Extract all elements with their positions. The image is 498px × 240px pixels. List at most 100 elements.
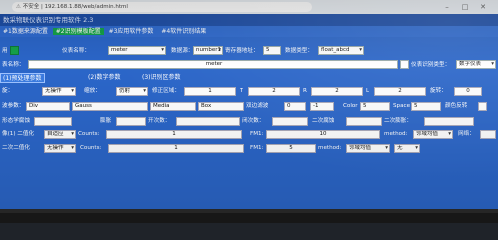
rotation-input[interactable]: 0 [454,87,482,96]
invert-checkbox[interactable] [478,102,487,111]
ocr-type-select[interactable]: 数字仪表 [456,60,496,69]
menu-data-source[interactable]: #1数据来源配置 [0,28,51,35]
rotate-row: 旋： 无操作 缩放： 仿射 修正区域： 1 T 2 R 2 L 2 旋转： 0 [0,86,498,97]
rotate-label: 旋： [2,88,14,94]
correct-v2[interactable]: 2 [248,87,300,96]
bottom-panel [0,213,498,223]
correct-region-label: 修正区域： [152,88,180,94]
meter-checkbox[interactable] [400,60,409,69]
minimize-icon[interactable]: – [440,0,454,14]
second-erode-input[interactable] [346,117,382,126]
meter-input[interactable]: meter [28,60,398,69]
register-input[interactable]: 5 [263,46,281,55]
fm1-input[interactable]: 10 [266,130,380,139]
instrument-name-select[interactable]: meter [108,46,166,55]
scale-label: 缩放： [84,88,101,94]
tab-preprocess[interactable]: (1)预处理参数 [0,73,45,83]
lock-icon: ⚠ [16,4,23,10]
register-label: 寄存器地址： [225,48,259,54]
fm2-label: FM1: [250,145,264,151]
morph-row: 形态学腐蚀 膨胀 开次数： 闭次数： 二次腐蚀 二次膨胀： [0,116,498,127]
correct-v4[interactable]: 2 [374,87,426,96]
data-source-label: 数据源： [171,48,194,54]
counts2-input[interactable]: 1 [108,144,244,153]
url-text: 192.168.1.88/web/admin.html [44,4,128,10]
close-icon[interactable]: ✕ [476,0,490,14]
close-count-input[interactable] [272,117,308,126]
method2-select[interactable]: 邻域均值 [346,144,390,153]
address-bar[interactable]: ⚠ 不安全 | 192.168.1.88/web/admin.html [12,2,312,12]
method-select[interactable]: 邻域均值 [413,130,453,139]
filter-box[interactable]: Box [198,102,244,111]
erode-input[interactable] [34,117,72,126]
second-binarize-label: 二次二值化 [2,145,30,151]
filter-label: 波参数： [2,103,25,109]
instrument-name-label: 仪表名称： [62,48,90,54]
bilateral-v1[interactable]: 0 [284,102,306,111]
scale-select[interactable]: 仿射 [116,87,148,96]
open-count-input[interactable] [176,117,240,126]
rotation-label: 旋转： [430,88,447,94]
security-label: 不安全 [22,4,40,10]
data-source-select[interactable]: number1 [193,46,223,55]
binarize-row: 像(1) 二值化 自适应 Counts: 1 FM1: 10 method: 邻… [0,129,498,140]
t-label: T [240,88,244,94]
dilate-label: 膨胀 [100,118,112,124]
close-count-label: 闭次数： [242,118,265,124]
correct-v1[interactable]: 1 [184,87,236,96]
fm2-input[interactable]: 5 [266,144,316,153]
datatype-label: 数据类型： [285,48,313,54]
rotate-select[interactable]: 无操作 [42,87,76,96]
fm1-label: FM1: [250,131,264,137]
counts2-label: Counts: [80,145,102,151]
second-erode-label: 二次腐蚀 [312,118,335,124]
edge-input[interactable] [480,130,496,139]
r-label: R [303,88,307,94]
filter-row: 波参数： Div Gauss Media Box 双边滤波 0 -1 Color… [0,101,498,112]
dilate-input[interactable] [116,117,146,126]
ocr-type-label: 仪表识别类型： [411,62,451,68]
browser-toolbar: ⚠ 不安全 | 192.168.1.88/web/admin.html – □ … [0,0,498,14]
method-label: method: [384,131,408,137]
color-label: Color [343,103,358,109]
l-label: L [366,88,370,94]
second-binarize-select[interactable]: 无操作 [44,144,76,153]
maximize-icon[interactable]: □ [458,0,472,14]
bilateral-v2[interactable]: -1 [310,102,334,111]
invert-label: 颜色反转 [445,103,468,109]
main-menu: #1数据来源配置 #2识别模板配置 #3应用软件参数 #4软件识别结果 [0,26,498,37]
space-input[interactable]: 5 [411,102,441,111]
color-input[interactable]: 5 [360,102,390,111]
meter-label: 表名称： [2,62,25,68]
bilateral-label: 双边滤波 [246,103,269,109]
enabled-label: 用 [2,48,8,54]
meter-row: 表名称： meter 仪表识别类型： 数字仪表 [0,59,498,71]
open-count-label: 开次数： [148,118,171,124]
filter-gauss[interactable]: Gauss [72,102,148,111]
second-dilate-label: 二次膨胀： [384,118,412,124]
edge-label: 网络： [458,131,475,137]
counts-label: Counts: [78,131,100,137]
binarize-mode-select[interactable]: 自适应 [44,130,76,139]
extra2-select[interactable]: 无 [394,144,420,153]
second-dilate-input[interactable] [424,117,474,126]
instrument-row: 用 仪表名称： meter 数据源： number1 寄存器地址： 5 数据类型… [0,45,498,57]
filter-media[interactable]: Media [150,102,196,111]
tab-digit[interactable]: (2)数字参数 [86,73,123,83]
tab-region[interactable]: (3)识别区参数 [140,73,183,83]
app-title: 数采物联仪表识别专用软件 2.3 [0,14,498,26]
correct-v3[interactable]: 2 [311,87,363,96]
menu-results[interactable]: #4软件识别结果 [158,28,209,35]
second-binarize-row: 二次二值化 无操作 Counts: 1 FM1: 5 method: 邻域均值 … [0,143,498,154]
filter-div[interactable]: Div [26,102,70,111]
menu-template-config[interactable]: #2识别模板配置 [52,28,104,35]
method2-label: method: [318,145,342,151]
enabled-checkbox[interactable] [10,46,19,55]
space-label: Space [393,103,411,109]
param-tabs: (1)预处理参数 (2)数字参数 (3)识别区参数 [0,73,498,84]
binarize-label: 像(1) 二值化 [2,131,35,137]
morph-label: 形态学腐蚀 [2,118,30,124]
datatype-select[interactable]: float_abcd [318,46,364,55]
counts-input[interactable]: 1 [106,130,242,139]
menu-app-params[interactable]: #3应用软件参数 [106,28,157,35]
